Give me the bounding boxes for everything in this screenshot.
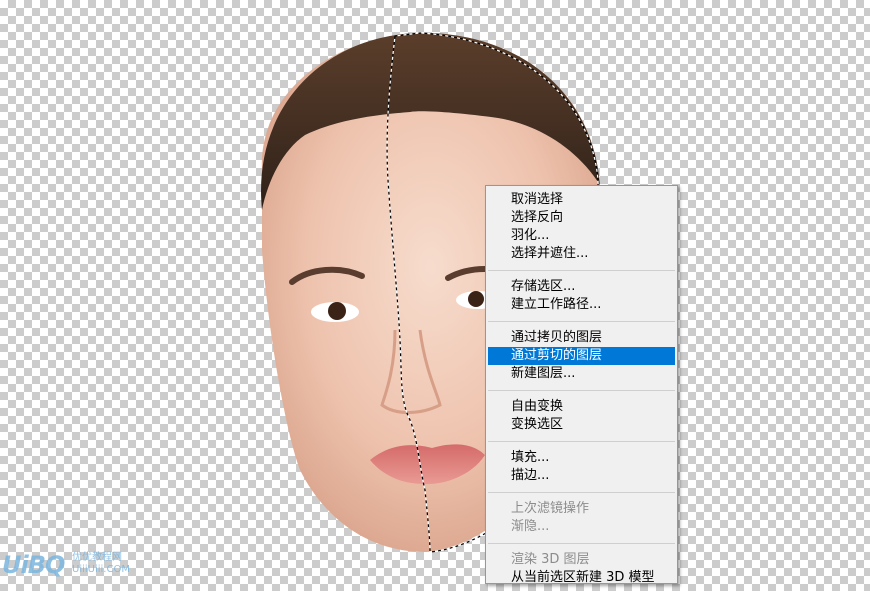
watermark-site-url: UiiiUiii.COM (72, 564, 130, 575)
menu-item-last-filter: 上次滤镜操作 (511, 501, 590, 516)
menu-item-free-transform[interactable]: 自由变换 (488, 398, 675, 416)
menu-item-deselect[interactable]: 取消选择 (488, 191, 675, 209)
menu-item-select-inverse[interactable]: 选择反向 (488, 209, 675, 227)
watermark-caption: 优优教程网 UiiiUiii.COM (72, 552, 130, 576)
menu-item-render-3d-layer: 渲染 3D 图层 (511, 552, 590, 567)
menu-item-stroke[interactable]: 描边... (488, 467, 675, 485)
menu-separator (488, 492, 675, 493)
menu-item-feather[interactable]: 羽化... (488, 227, 675, 245)
menu-separator (488, 321, 675, 322)
watermark-logo: UiBQ (2, 551, 65, 579)
menu-item-layer-via-cut[interactable]: 通过剪切的图层 (488, 347, 675, 365)
menu-separator (488, 543, 675, 544)
menu-item-make-work-path[interactable]: 建立工作路径... (488, 296, 675, 314)
menu-item-select-and-mask[interactable]: 选择并遮住... (488, 245, 675, 263)
menu-item-save-selection[interactable]: 存储选区... (488, 278, 675, 296)
watermark-site-name: 优优教程网 (72, 552, 122, 563)
menu-separator (488, 270, 675, 271)
menu-item-new-3d-from-selection[interactable]: 从当前选区新建 3D 模型 (488, 569, 675, 587)
portrait-layer[interactable] (0, 0, 870, 591)
menu-item-new-layer[interactable]: 新建图层... (488, 365, 675, 383)
menu-item-layer-via-copy[interactable]: 通过拷贝的图层 (488, 329, 675, 347)
menu-item-transform-selection[interactable]: 变换选区 (488, 416, 675, 434)
menu-separator (488, 390, 675, 391)
menu-separator (488, 441, 675, 442)
context-menu[interactable]: 取消选择 选择反向 羽化... 选择并遮住... 存储选区... 建立工作路径.… (485, 185, 678, 587)
menu-item-fill[interactable]: 填充... (488, 449, 675, 467)
menu-item-fade: 渐隐... (511, 519, 550, 534)
